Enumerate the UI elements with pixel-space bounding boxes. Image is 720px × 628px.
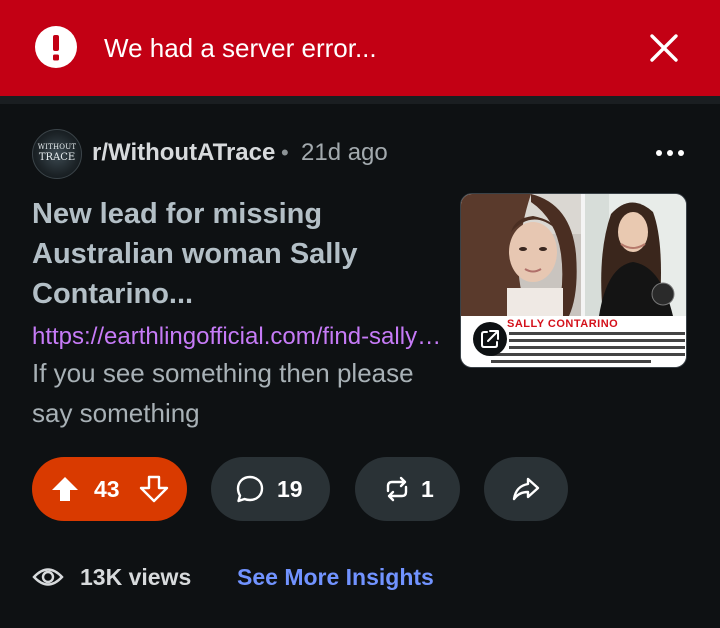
subreddit-name[interactable]: r/WithoutATrace xyxy=(92,139,275,167)
crosspost-button[interactable]: 1 xyxy=(355,457,460,521)
exclamation-circle-icon xyxy=(35,26,77,68)
close-icon[interactable] xyxy=(644,28,684,68)
crosspost-count: 1 xyxy=(421,476,434,502)
comments-count: 19 xyxy=(277,476,303,502)
comments-button[interactable]: 19 xyxy=(211,457,330,521)
error-banner: We had a server error... xyxy=(0,0,720,96)
comment-icon xyxy=(235,474,265,504)
more-options-icon[interactable] xyxy=(652,142,688,164)
error-message: We had a server error... xyxy=(104,33,377,63)
post-thumbnail[interactable]: SALLY CONTARINO xyxy=(460,193,687,368)
downvote-icon[interactable] xyxy=(139,474,169,504)
see-more-insights-link[interactable]: See More Insights xyxy=(237,563,434,591)
subreddit-avatar[interactable]: WITHOUT TRACE xyxy=(32,129,82,179)
external-link-icon[interactable] xyxy=(473,322,507,356)
views-count: 13K views xyxy=(80,564,192,590)
thumbnail-caption: SALLY CONTARINO xyxy=(507,318,619,330)
crosspost-icon xyxy=(382,474,412,504)
share-icon xyxy=(511,474,541,504)
avatar-text: WITHOUT xyxy=(37,143,77,151)
post-body: If you see something then please say som… xyxy=(32,358,414,428)
vote-bar: 43 xyxy=(32,457,187,521)
divider xyxy=(0,96,720,104)
avatar-text: TRACE xyxy=(38,152,76,163)
vote-count: 43 xyxy=(94,476,120,502)
post-title[interactable]: New lead for missing Australian woman Sa… xyxy=(32,194,442,314)
eye-icon xyxy=(32,564,64,590)
post-age: 21d ago xyxy=(301,139,388,166)
upvote-icon[interactable] xyxy=(50,474,80,504)
post-link[interactable]: https://earthlingofficial.com/find-sally… xyxy=(32,322,444,352)
separator-dot: • xyxy=(281,140,289,165)
share-button[interactable] xyxy=(484,457,568,521)
